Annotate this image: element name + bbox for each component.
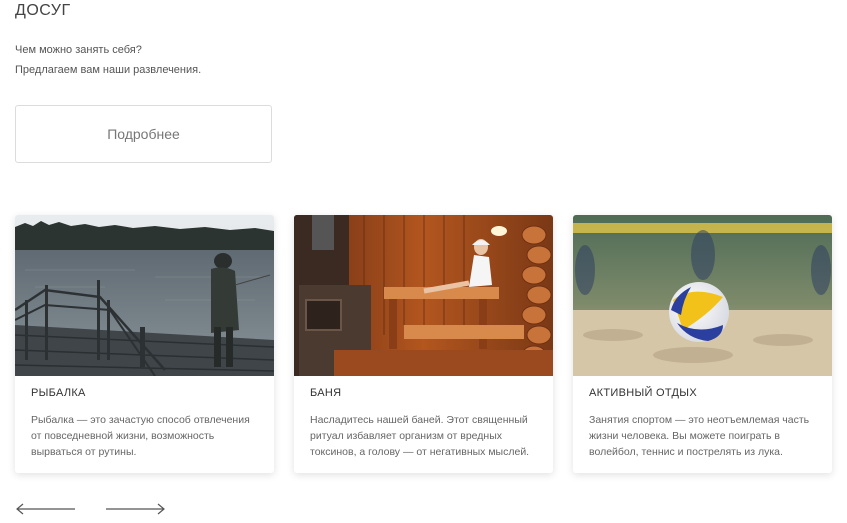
section-title: ДОСУГ	[15, 2, 71, 19]
intro-text: Чем можно занять себя? Предлагаем вам на…	[15, 40, 201, 80]
more-details-button[interactable]: Подробнее	[15, 105, 272, 163]
activity-cards: РЫБАЛКА Рыбалка — это зачастую способ от…	[15, 215, 832, 475]
arrow-left-icon[interactable]	[15, 500, 77, 518]
card-fishing[interactable]: РЫБАЛКА Рыбалка — это зачастую способ от…	[15, 215, 274, 473]
intro-line-1: Чем можно занять себя?	[15, 44, 142, 56]
card-sauna[interactable]: БАНЯ Насладитесь нашей баней. Этот свяще…	[294, 215, 553, 473]
arrow-right-icon[interactable]	[104, 500, 166, 518]
card-title: БАНЯ	[310, 387, 342, 399]
card-title: АКТИВНЫЙ ОТДЫХ	[589, 387, 697, 399]
fisherman-on-pier-photo	[15, 215, 274, 376]
beach-volleyball-photo	[573, 215, 832, 376]
card-description: Насладитесь нашей баней. Этот священный …	[310, 414, 530, 458]
card-title: РЫБАЛКА	[31, 387, 86, 399]
card-description: Занятия спортом — это неотъемлемая часть…	[589, 414, 810, 458]
card-description: Рыбалка — это зачастую способ отвлечения…	[31, 414, 250, 458]
carousel-controls	[15, 500, 175, 518]
card-active-rest[interactable]: АКТИВНЫЙ ОТДЫХ Занятия спортом — это нео…	[573, 215, 832, 473]
intro-line-2: Предлагаем вам наши развлечения.	[15, 64, 202, 76]
sauna-photo	[294, 215, 553, 376]
